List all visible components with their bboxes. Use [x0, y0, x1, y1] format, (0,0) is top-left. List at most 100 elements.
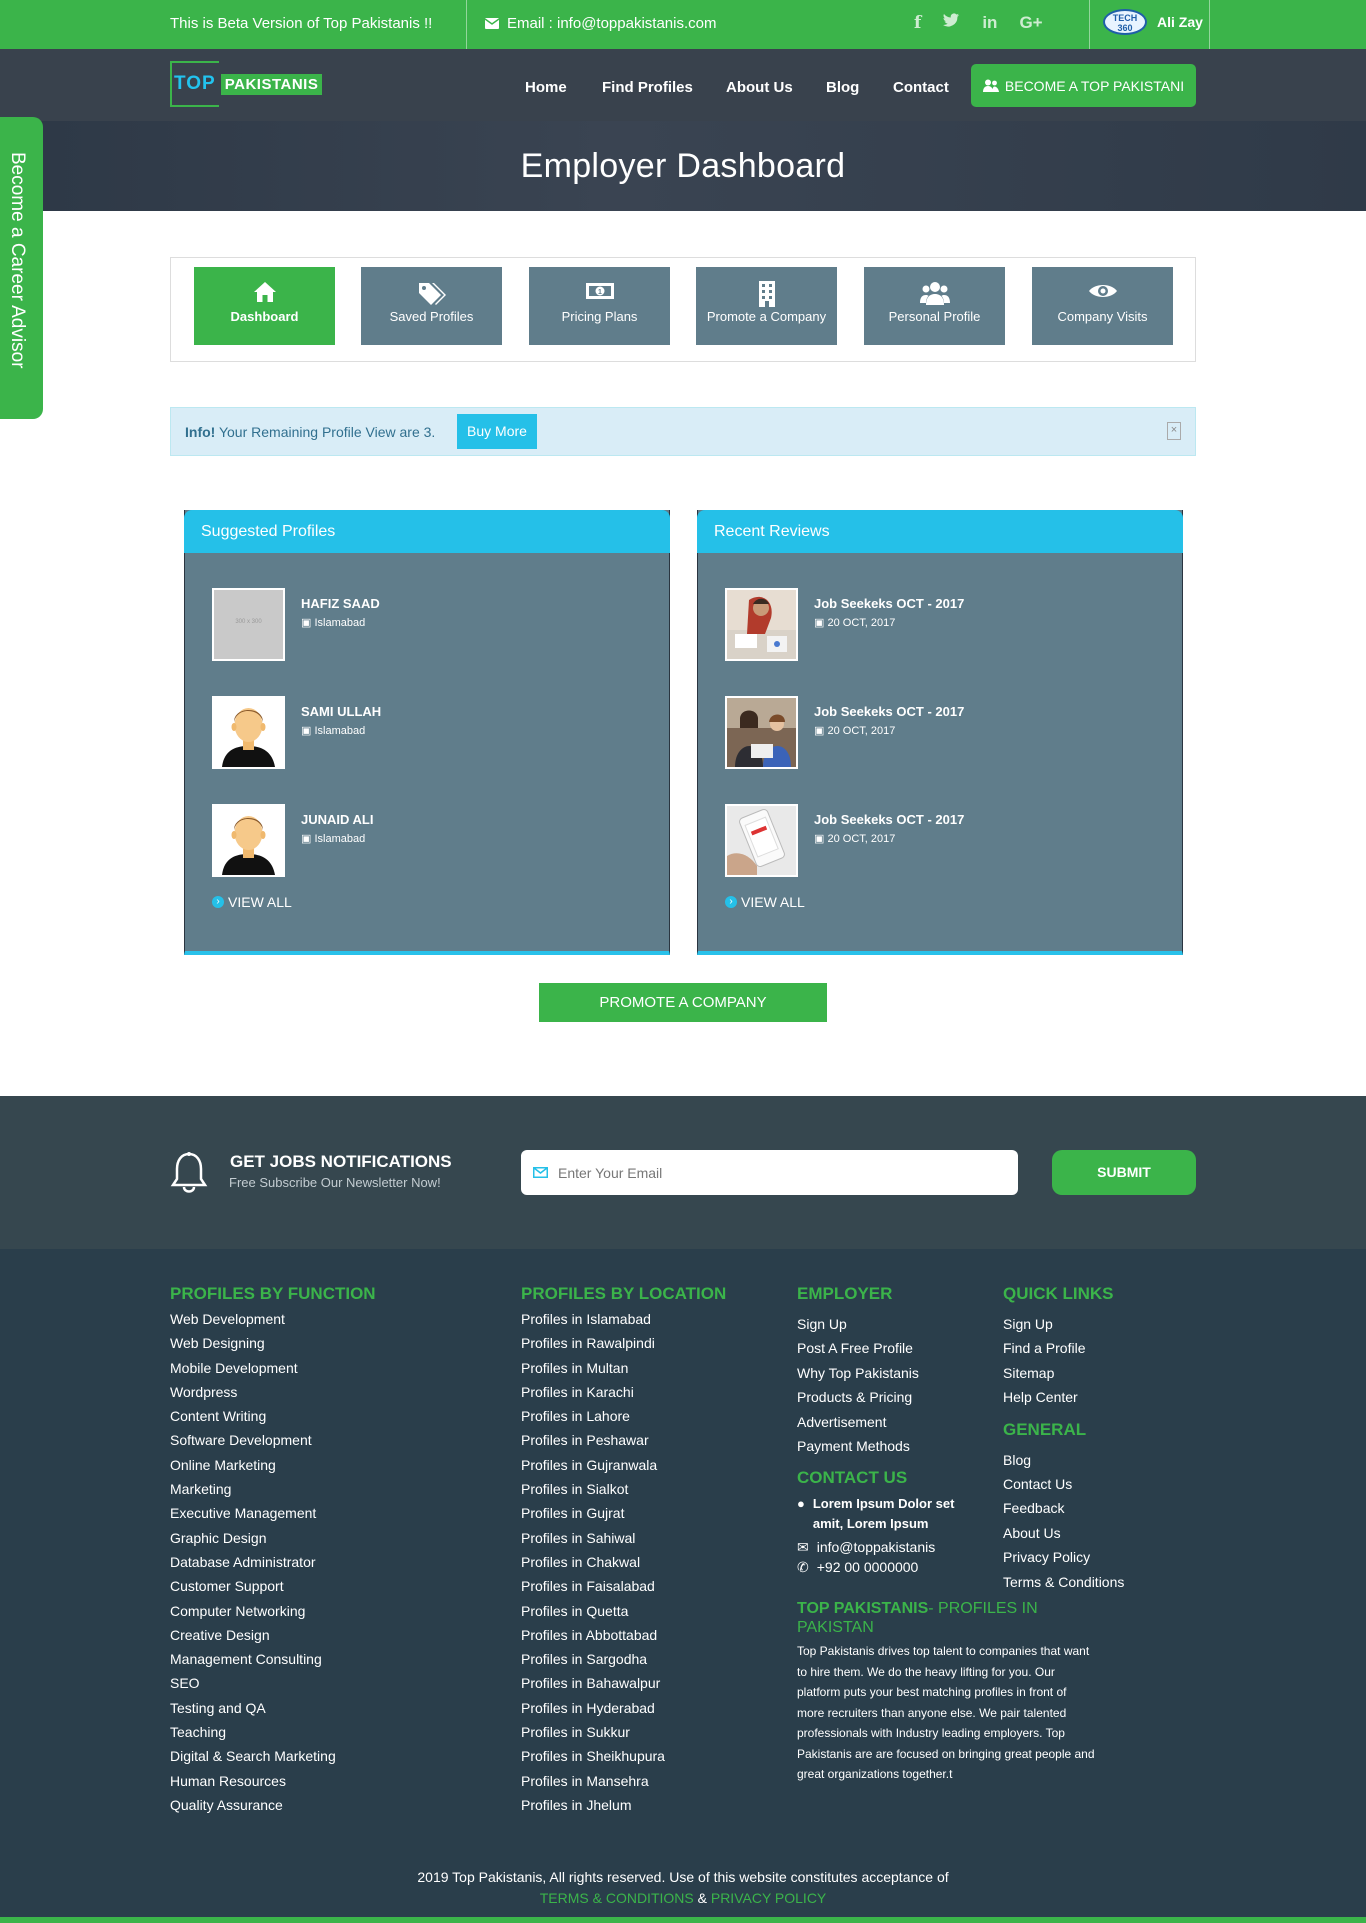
contact-phone[interactable]: ✆ +92 00 0000000	[797, 1557, 967, 1577]
nav-find-profiles[interactable]: Find Profiles	[602, 79, 693, 96]
tab-label: Dashboard	[230, 309, 299, 324]
terms-link[interactable]: TERMS & CONDITIONS	[540, 1890, 694, 1906]
tab-company-visits[interactable]: Company Visits	[1032, 267, 1173, 345]
footer-link[interactable]: Profiles in Sialkot	[521, 1477, 726, 1501]
footer-link[interactable]: Profiles in Chakwal	[521, 1550, 726, 1574]
footer-link[interactable]: Testing and QA	[170, 1696, 376, 1720]
page-title: Employer Dashboard	[520, 147, 846, 185]
tab-label: Personal Profile	[888, 309, 981, 324]
tab-saved-profiles[interactable]: Saved Profiles	[361, 267, 502, 345]
footer-link[interactable]: Profiles in Multan	[521, 1356, 726, 1380]
footer-link[interactable]: Mobile Development	[170, 1356, 376, 1380]
footer-link[interactable]: Graphic Design	[170, 1526, 376, 1550]
tab-pricing-plans[interactable]: 1 Pricing Plans	[529, 267, 670, 345]
footer-link[interactable]: Profiles in Jhelum	[521, 1793, 726, 1817]
footer-link[interactable]: Marketing	[170, 1477, 376, 1501]
footer-link[interactable]: Web Designing	[170, 1331, 376, 1355]
close-icon[interactable]: ×	[1167, 422, 1181, 440]
list-item[interactable]: Job Seekeks OCT - 2017 ▣ 20 OCT, 2017	[725, 588, 1125, 662]
tab-personal-profile[interactable]: Personal Profile	[864, 267, 1005, 345]
footer-link[interactable]: Profiles in Sheikhupura	[521, 1744, 726, 1768]
footer-link[interactable]: Online Marketing	[170, 1453, 376, 1477]
footer-link[interactable]: Profiles in Gujranwala	[521, 1453, 726, 1477]
linkedin-icon[interactable]: in	[982, 13, 997, 33]
footer-link[interactable]: Teaching	[170, 1720, 376, 1744]
career-advisor-tab[interactable]: Become a Career Advisor	[0, 117, 43, 419]
footer-link[interactable]: Creative Design	[170, 1623, 376, 1647]
footer-link[interactable]: Computer Networking	[170, 1599, 376, 1623]
footer-link[interactable]: Web Development	[170, 1307, 376, 1331]
email-placeholder: Enter Your Email	[558, 1164, 663, 1181]
footer-link[interactable]: Quality Assurance	[170, 1793, 376, 1817]
footer-link[interactable]: Executive Management	[170, 1501, 376, 1525]
list-item[interactable]: Job Seekeks OCT - 2017 ▣ 20 OCT, 2017	[725, 696, 1125, 770]
nav-about-us[interactable]: About Us	[726, 79, 793, 96]
footer-link[interactable]: Profiles in Sukkur	[521, 1720, 726, 1744]
tab-dashboard[interactable]: Dashboard	[194, 267, 335, 345]
footer-link[interactable]: Contact Us	[1003, 1472, 1124, 1496]
footer-link[interactable]: Find a Profile	[1003, 1336, 1124, 1360]
footer-link[interactable]: Customer Support	[170, 1574, 376, 1598]
newsletter-email-input[interactable]: Enter Your Email	[521, 1150, 1018, 1195]
footer-link[interactable]: SEO	[170, 1671, 376, 1695]
promote-company-button[interactable]: PROMOTE A COMPANY	[539, 983, 827, 1022]
footer-link[interactable]: Privacy Policy	[1003, 1545, 1124, 1569]
footer-link[interactable]: Profiles in Islamabad	[521, 1307, 726, 1331]
info-message: Your Remaining Profile View are 3.	[218, 424, 436, 440]
footer-link[interactable]: Sign Up	[1003, 1312, 1124, 1336]
footer-link[interactable]: Profiles in Bahawalpur	[521, 1671, 726, 1695]
top-email[interactable]: Email : info@toppakistanis.com	[485, 15, 716, 32]
footer-link[interactable]: Profiles in Gujrat	[521, 1501, 726, 1525]
footer-link[interactable]: Profiles in Mansehra	[521, 1769, 726, 1793]
footer-link[interactable]: Profiles in Quetta	[521, 1599, 726, 1623]
twitter-icon[interactable]	[943, 13, 960, 28]
footer-link[interactable]: Help Center	[1003, 1385, 1124, 1409]
nav-contact[interactable]: Contact	[893, 79, 949, 96]
footer-link[interactable]: Terms & Conditions	[1003, 1570, 1124, 1594]
footer-link[interactable]: Human Resources	[170, 1769, 376, 1793]
footer-link[interactable]: Management Consulting	[170, 1647, 376, 1671]
footer-link[interactable]: About Us	[1003, 1521, 1124, 1545]
footer-link[interactable]: Profiles in Peshawar	[521, 1428, 726, 1452]
view-all-label: VIEW ALL	[228, 894, 292, 910]
footer-link[interactable]: Profiles in Hyderabad	[521, 1696, 726, 1720]
nav-blog[interactable]: Blog	[826, 79, 859, 96]
list-item[interactable]: JUNAID ALI ▣ Islamabad	[212, 804, 612, 878]
become-top-pakistani-button[interactable]: BECOME A TOP PAKISTANI	[971, 64, 1196, 107]
info-alert: Info! Your Remaining Profile View are 3.…	[170, 407, 1196, 456]
footer-link[interactable]: Profiles in Abbottabad	[521, 1623, 726, 1647]
site-logo[interactable]: TOP PAKISTANIS	[170, 61, 323, 107]
footer-link[interactable]: Software Development	[170, 1428, 376, 1452]
footer-link[interactable]: Profiles in Sargodha	[521, 1647, 726, 1671]
footer-link[interactable]: Feedback	[1003, 1496, 1124, 1520]
view-all-label: VIEW ALL	[741, 894, 805, 910]
view-all-profiles-link[interactable]: › VIEW ALL	[212, 894, 292, 910]
google-plus-icon[interactable]: G+	[1019, 13, 1042, 33]
footer-link[interactable]: Profiles in Karachi	[521, 1380, 726, 1404]
facebook-icon[interactable]: f	[914, 13, 921, 33]
money-icon: 1	[529, 281, 670, 305]
buy-more-button[interactable]: Buy More	[457, 414, 537, 449]
footer-link[interactable]: Blog	[1003, 1448, 1124, 1472]
user-name[interactable]: Ali Zay	[1157, 14, 1203, 30]
footer-link[interactable]: Database Administrator	[170, 1550, 376, 1574]
footer-link[interactable]: Content Writing	[170, 1404, 376, 1428]
footer-link[interactable]: Wordpress	[170, 1380, 376, 1404]
footer-link[interactable]: Sitemap	[1003, 1361, 1124, 1385]
tab-promote-company[interactable]: Promote a Company	[696, 267, 837, 345]
tech-logo: TECH 360	[1103, 9, 1147, 35]
footer-link[interactable]: Profiles in Lahore	[521, 1404, 726, 1428]
footer-link[interactable]: Digital & Search Marketing	[170, 1744, 376, 1768]
list-item[interactable]: 300 x 300 HAFIZ SAAD ▣ Islamabad	[212, 588, 612, 662]
list-item[interactable]: Job Seekeks OCT - 2017 ▣ 20 OCT, 2017	[725, 804, 1125, 878]
footer-link[interactable]: Profiles in Faisalabad	[521, 1574, 726, 1598]
footer-link[interactable]: Profiles in Rawalpindi	[521, 1331, 726, 1355]
users-icon	[982, 79, 999, 92]
nav-home[interactable]: Home	[525, 79, 567, 96]
list-item[interactable]: SAMI ULLAH ▣ Islamabad	[212, 696, 612, 770]
privacy-link[interactable]: PRIVACY POLICY	[711, 1890, 826, 1906]
submit-button[interactable]: SUBMIT	[1052, 1150, 1196, 1195]
view-all-reviews-link[interactable]: › VIEW ALL	[725, 894, 805, 910]
footer-link[interactable]: Profiles in Sahiwal	[521, 1526, 726, 1550]
contact-email[interactable]: ✉ info@toppakistanis	[797, 1537, 967, 1557]
